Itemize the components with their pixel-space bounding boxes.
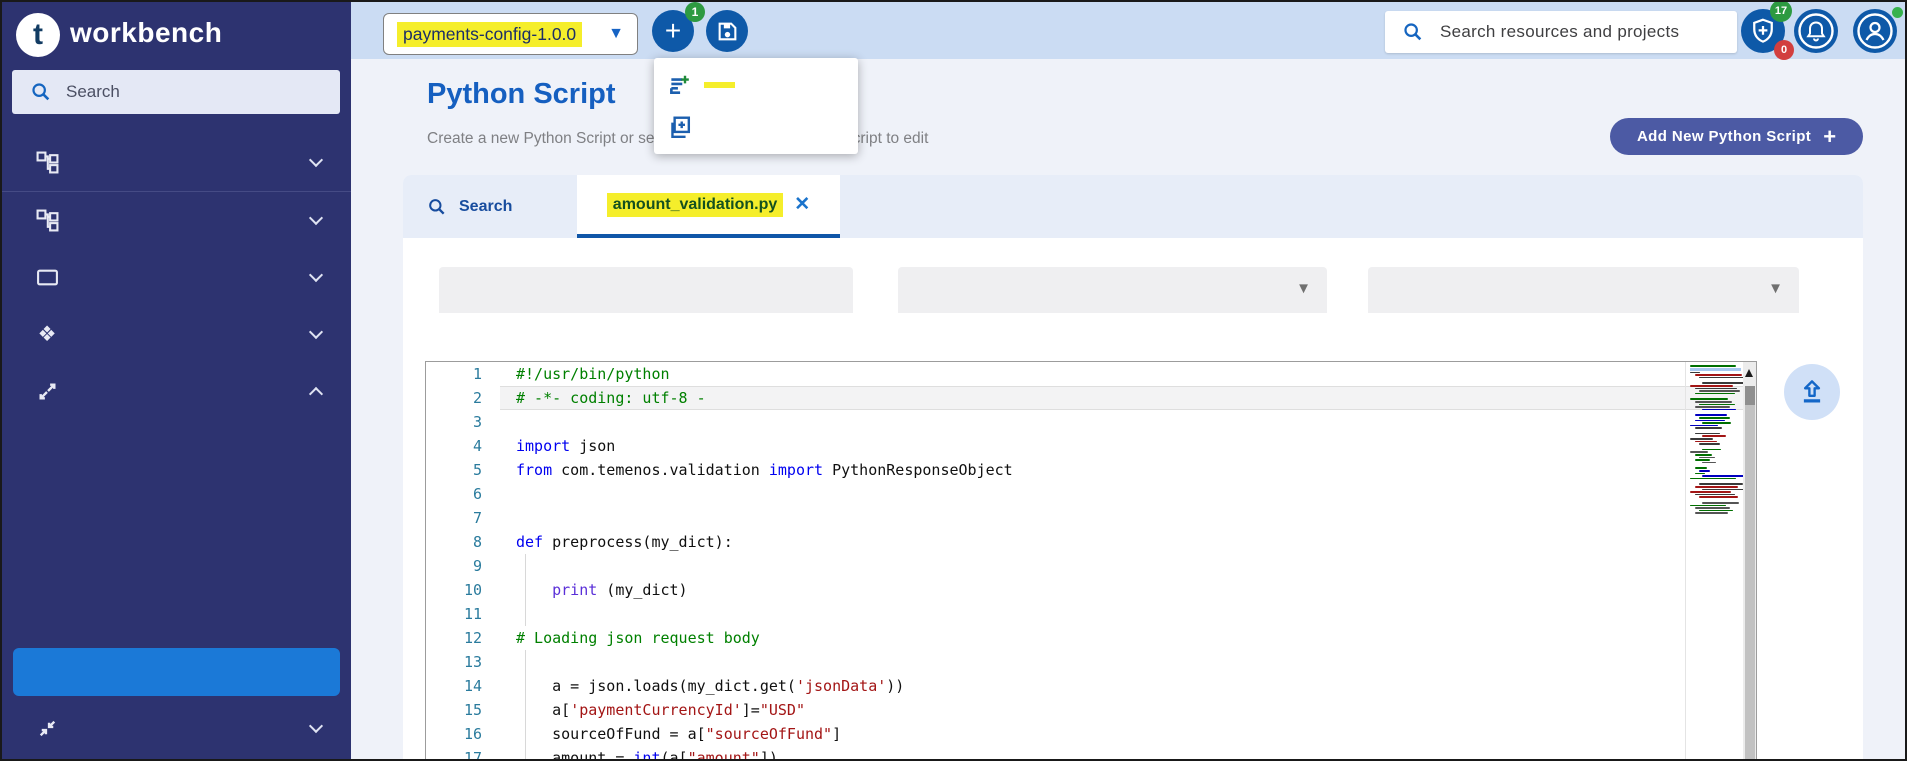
code-line[interactable]: 4 import json xyxy=(426,434,1756,458)
code-line[interactable]: 12 # Loading json request body xyxy=(426,626,1756,650)
chevron-down-icon xyxy=(309,268,323,282)
tab-search-label: Search xyxy=(459,198,512,216)
editor-minimap[interactable] xyxy=(1685,362,1743,761)
hierarchy-icon xyxy=(35,209,59,232)
global-search-input[interactable]: Search resources and projects xyxy=(1385,11,1737,53)
sidebar-item-regular-expression[interactable] xyxy=(2,588,351,644)
floppy-icon xyxy=(716,20,739,43)
add-dropdown-menu xyxy=(654,58,858,154)
api-icon: ❖ xyxy=(35,324,59,345)
code-line[interactable]: 10 print (my_dict) xyxy=(426,578,1756,602)
field-extension-type[interactable]: ▼ xyxy=(898,267,1327,313)
code-line[interactable]: 7 xyxy=(426,506,1756,530)
sidebar-search-input[interactable]: Search xyxy=(12,70,340,114)
code-line[interactable]: 9 xyxy=(426,554,1756,578)
scroll-up-arrow-icon[interactable] xyxy=(1745,369,1753,377)
add-all-icon xyxy=(667,115,691,139)
upload-icon xyxy=(1797,377,1827,407)
content-card: Search amount_validation.py ✕ ▼ ▼ 1 #!/u… xyxy=(403,175,1863,761)
add-new-button-label: Add New Python Script xyxy=(1637,128,1811,145)
shield-error-badge: 0 xyxy=(1774,40,1794,60)
workbench-logo-icon: t xyxy=(16,13,60,57)
chevron-down-icon xyxy=(309,719,323,733)
page-title: Python Script xyxy=(427,78,616,111)
sidebar-menu: ❖ xyxy=(2,134,351,757)
field-script-name[interactable] xyxy=(439,267,853,313)
package-selector-value: payments-config-1.0.0 xyxy=(397,22,582,47)
app-window: t workbench Search ❖ payments-con xyxy=(0,0,1907,761)
shield-count-badge: 17 xyxy=(1770,0,1792,22)
editor-scrollbar[interactable] xyxy=(1743,362,1756,761)
code-line[interactable]: 8 def preprocess(my_dict): xyxy=(426,530,1756,554)
menu-item-add-to-package[interactable] xyxy=(654,64,858,106)
tab-search[interactable]: Search xyxy=(427,175,512,238)
bell-icon xyxy=(1794,9,1838,53)
chevron-down-icon xyxy=(309,153,323,167)
sidebar-item-python-script[interactable] xyxy=(13,648,340,696)
code-line[interactable]: 13 xyxy=(426,650,1756,674)
online-status-dot xyxy=(1892,7,1903,18)
save-button[interactable] xyxy=(706,10,748,52)
sidebar-item-payments-extension[interactable] xyxy=(2,532,351,588)
sidebar-item-extensions[interactable] xyxy=(2,363,351,420)
sidebar-item-ux-screen-extension[interactable] xyxy=(2,476,351,532)
add-count-badge: 1 xyxy=(685,2,705,22)
scrollbar-thumb[interactable] xyxy=(1745,386,1755,405)
code-line[interactable]: 17 amount = int(a["amount"]) xyxy=(426,746,1756,761)
notifications-button[interactable] xyxy=(1794,9,1838,53)
code-line[interactable]: 11 xyxy=(426,602,1756,626)
sidebar-item-data-model-extensions[interactable] xyxy=(2,192,351,249)
code-editor[interactable]: 1 #!/usr/bin/python 2 # -*- coding: utf-… xyxy=(425,361,1757,761)
code-line[interactable]: 2 # -*- coding: utf-8 - xyxy=(426,386,1756,410)
sidebar-search-placeholder: Search xyxy=(66,82,120,102)
shield-icon xyxy=(1748,16,1778,46)
code-line[interactable]: 15 a['paymentCurrencyId']="USD" xyxy=(426,698,1756,722)
field-war-name[interactable]: ▼ xyxy=(1368,267,1799,313)
hierarchy-icon xyxy=(35,151,59,174)
add-to-package-icon xyxy=(667,73,691,97)
extensions-icon xyxy=(35,380,59,403)
chevron-down-icon xyxy=(309,325,323,339)
code-line[interactable]: 1 #!/usr/bin/python xyxy=(426,362,1756,386)
global-search-placeholder: Search resources and projects xyxy=(1440,22,1679,42)
code-line[interactable]: 16 sourceOfFund = a["sourceOfFund"] xyxy=(426,722,1756,746)
tab-active-label: amount_validation.py xyxy=(607,193,783,217)
account-button[interactable] xyxy=(1853,9,1897,53)
screen-icon xyxy=(35,266,59,289)
chevron-down-icon xyxy=(309,211,323,225)
code-line[interactable]: 3 xyxy=(426,410,1756,434)
search-icon xyxy=(427,197,447,217)
tab-amount-validation[interactable]: amount_validation.py ✕ xyxy=(577,175,840,238)
add-new-python-script-button[interactable]: Add New Python Script + xyxy=(1610,118,1863,155)
sidebar-item-package-manager[interactable] xyxy=(2,134,351,191)
chevron-down-icon: ▼ xyxy=(608,25,624,43)
package-selector-dropdown[interactable]: payments-config-1.0.0 ▼ xyxy=(383,13,638,55)
sidebar: t workbench Search ❖ xyxy=(2,2,351,759)
code-line[interactable]: 5 from com.temenos.validation import Pyt… xyxy=(426,458,1756,482)
app-title: workbench xyxy=(70,17,222,49)
editor-lines: 1 #!/usr/bin/python 2 # -*- coding: utf-… xyxy=(426,362,1756,761)
tab-strip: Search amount_validation.py ✕ xyxy=(403,175,1863,238)
topbar: payments-config-1.0.0 ▼ + 1 Search resou… xyxy=(351,2,1907,59)
search-icon xyxy=(30,81,52,103)
chevron-down-icon[interactable]: ▼ xyxy=(1296,280,1311,297)
close-tab-icon[interactable]: ✕ xyxy=(794,193,810,216)
sidebar-item-api-extension[interactable] xyxy=(2,420,351,476)
form-fields: ▼ ▼ xyxy=(403,267,1863,313)
search-icon xyxy=(1402,21,1424,43)
scrollbar-track xyxy=(1745,405,1755,761)
adapters-icon xyxy=(35,717,59,740)
chevron-up-icon xyxy=(309,387,323,401)
code-line[interactable]: 14 a = json.loads(my_dict.get('jsonData'… xyxy=(426,674,1756,698)
chevron-down-icon[interactable]: ▼ xyxy=(1768,280,1783,297)
sidebar-item-screens[interactable] xyxy=(2,249,351,306)
menu-item-add-all[interactable] xyxy=(654,106,858,148)
upload-button[interactable] xyxy=(1784,364,1840,420)
sidebar-item-apis[interactable]: ❖ xyxy=(2,306,351,363)
code-line[interactable]: 6 xyxy=(426,482,1756,506)
user-icon xyxy=(1853,9,1897,53)
sidebar-item-adapters[interactable] xyxy=(2,700,351,757)
